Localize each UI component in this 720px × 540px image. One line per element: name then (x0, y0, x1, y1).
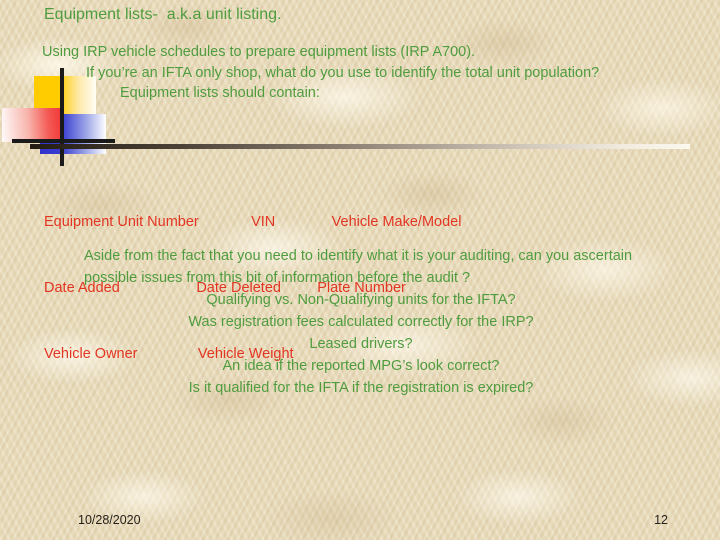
question-item: Leased drivers? (309, 336, 413, 352)
question-item: An idea if the reported MPG’s look corre… (222, 358, 500, 374)
question-item: Was registration fees calculated correct… (188, 314, 534, 330)
presentation-slide: Equipment lists- a.k.a unit listing. Usi… (0, 0, 720, 540)
footer-date: 10/28/2020 (78, 513, 141, 527)
clipart-red-rectangle (2, 108, 64, 142)
question-item: Qualifying vs. Non-Qualifying units for … (206, 292, 516, 308)
intro-line-3: Equipment lists should contain: (120, 85, 320, 101)
questions-lead-text: Aside from the fact that you need to ide… (84, 248, 633, 286)
audit-questions-block: Aside from the fact that you need to ide… (42, 245, 680, 399)
footer-page-number: 12 (654, 513, 668, 527)
slide-title: Equipment lists- a.k.a unit listing. (44, 6, 282, 23)
intro-line-2: If you’re an IFTA only shop, what do you… (86, 64, 600, 81)
field-row: Equipment Unit Number VIN Vehicle Make/M… (44, 214, 462, 230)
intro-text-block: Using IRP vehicle schedules to prepare e… (42, 42, 702, 104)
section-divider-rule (30, 144, 690, 149)
clipart-horizontal-line (12, 139, 115, 143)
intro-line-1: Using IRP vehicle schedules to prepare e… (42, 44, 476, 60)
question-item: Is it qualified for the IFTA if the regi… (188, 380, 534, 396)
